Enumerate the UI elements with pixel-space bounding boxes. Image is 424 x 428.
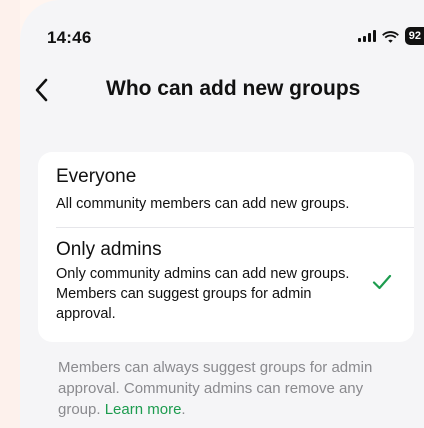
navigation-bar: Who can add new groups — [20, 70, 424, 110]
back-button[interactable] — [26, 74, 56, 106]
option-title: Only admins — [56, 239, 162, 260]
phone-screen: 14:46 92 Who can add new groups Everyone… — [20, 0, 424, 428]
page-title: Who can add new groups — [106, 77, 361, 100]
battery-icon: 92 — [404, 27, 424, 45]
status-icons: 92 — [357, 27, 424, 45]
status-bar: 14:46 92 — [20, 0, 424, 70]
footer-suffix: . — [181, 401, 186, 418]
chevron-left-icon — [35, 78, 48, 102]
option-description: Only community admins can add new groups… — [56, 266, 350, 322]
status-time: 14:46 — [47, 28, 92, 47]
learn-more-link[interactable]: Learn more — [105, 401, 182, 418]
footer-note: Members can always suggest groups for ad… — [58, 357, 388, 420]
option-description: All community members can add new groups… — [56, 196, 350, 212]
cellular-signal-icon — [357, 30, 376, 42]
wifi-icon — [381, 30, 399, 43]
options-card: Everyone All community members can add n… — [38, 152, 414, 342]
option-title: Everyone — [56, 166, 137, 187]
option-only-admins[interactable]: Only admins Only community admins can ad… — [38, 228, 414, 342]
background-edge — [0, 0, 20, 428]
option-everyone[interactable]: Everyone All community members can add n… — [38, 152, 414, 228]
checkmark-icon — [372, 274, 392, 295]
